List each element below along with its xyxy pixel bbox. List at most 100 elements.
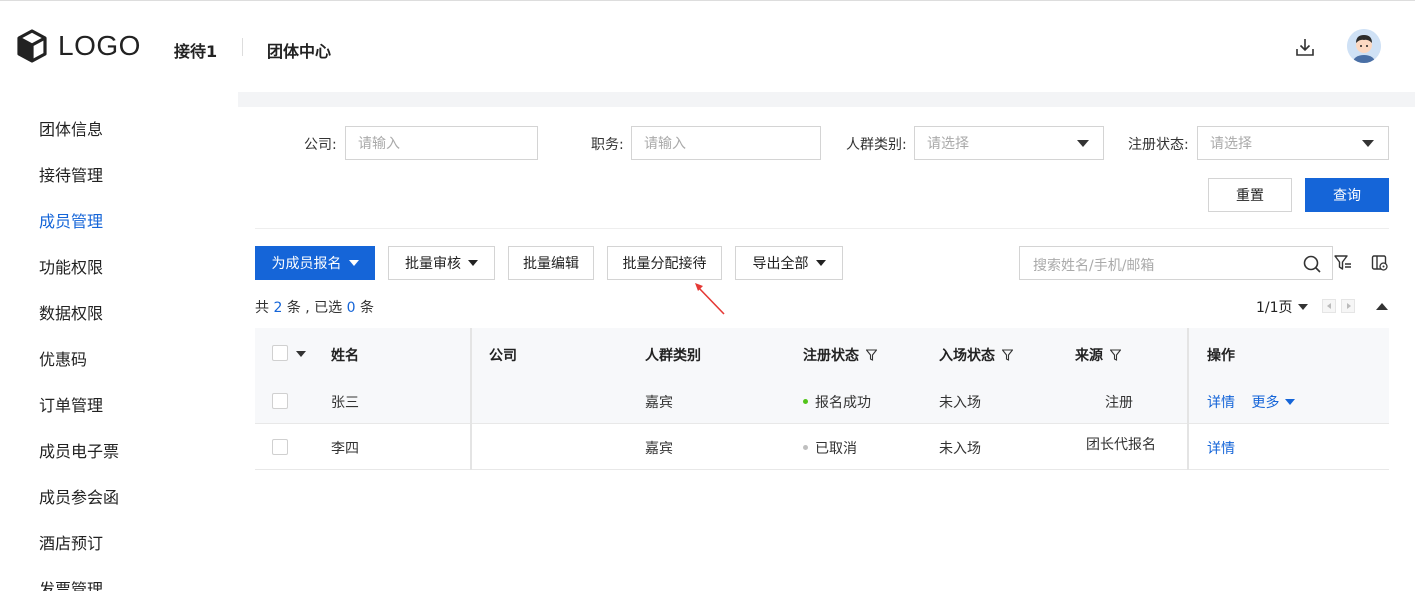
select-all-checkbox[interactable] [272, 345, 288, 361]
cell-source: 注册 [1105, 395, 1133, 411]
sidebar: 团体信息 接待管理 成员管理 功能权限 数据权限 优惠码 订单管理 成员电子票 … [0, 92, 238, 591]
table-row[interactable]: 张三 嘉宾 报名成功 未入场 注册 详情 更多 [255, 378, 1389, 424]
company-placeholder: 请输入 [358, 136, 400, 152]
cell-actions: 详情 [1207, 438, 1235, 458]
filter-icon[interactable] [1002, 349, 1013, 361]
next-page-button[interactable] [1341, 299, 1355, 313]
sidebar-item-e-tickets[interactable]: 成员电子票 [39, 438, 119, 462]
batch-assign-reception-button[interactable]: 批量分配接待 [607, 246, 722, 280]
reg-status-placeholder: 请选择 [1210, 136, 1252, 152]
prev-page-button[interactable] [1322, 299, 1336, 313]
cell-name: 李四 [331, 441, 359, 457]
summary-mid: 条 , 已选 [286, 300, 343, 316]
top-header: LOGO 接待1 团体中心 [0, 0, 1415, 92]
cell-source: 团长代报名 [1086, 437, 1156, 453]
query-button[interactable]: 查询 [1305, 178, 1389, 212]
col-reg-status-label: 注册状态 [803, 348, 859, 364]
col-reg-status[interactable]: 注册状态 [803, 345, 877, 365]
reg-status-text: 报名成功 [815, 395, 871, 411]
col-name: 姓名 [331, 348, 359, 364]
batch-edit-button[interactable]: 批量编辑 [508, 246, 594, 280]
header-divider [242, 38, 243, 56]
col-entry-status-label: 入场状态 [939, 348, 995, 364]
main-panel: 公司: 请输入 职务: 请输入 人群类别: 请选择 注册状态: 请选择 重置 查… [238, 107, 1415, 591]
row-checkbox[interactable] [272, 393, 288, 409]
nav-reception[interactable]: 接待1 [174, 38, 217, 62]
sidebar-item-coupon[interactable]: 优惠码 [39, 346, 87, 370]
cell-reg-status: 报名成功 [803, 392, 871, 412]
annotation-arrow-icon [695, 283, 725, 315]
batch-review-button[interactable]: 批量审核 [388, 246, 495, 280]
selected-count: 0 [346, 300, 356, 316]
register-member-label: 为成员报名 [271, 256, 342, 272]
status-dot [803, 399, 808, 404]
select-dropdown-icon[interactable] [296, 351, 306, 357]
sidebar-item-invoice[interactable]: 发票管理 [39, 576, 103, 591]
sidebar-item-orders[interactable]: 订单管理 [39, 392, 103, 416]
filter-icon[interactable] [866, 349, 877, 361]
cell-entry-status: 未入场 [939, 441, 981, 457]
sidebar-item-invitation[interactable]: 成员参会函 [39, 484, 119, 508]
cube-logo-icon [17, 29, 47, 63]
page-size-select[interactable]: 1/1页 [1256, 297, 1308, 317]
col-source[interactable]: 来源 [1075, 345, 1121, 365]
cell-name: 张三 [331, 395, 359, 411]
export-all-button[interactable]: 导出全部 [735, 246, 843, 280]
sidebar-item-group-info[interactable]: 团体信息 [39, 116, 103, 140]
col-group: 人群类别 [645, 348, 701, 364]
selection-summary: 共 2 条 , 已选 0 条 [255, 297, 374, 317]
filter-icon[interactable] [1110, 349, 1121, 361]
table-row[interactable]: 李四 嘉宾 已取消 未入场 团长代报名 详情 [255, 424, 1389, 470]
col-source-label: 来源 [1075, 348, 1103, 364]
sidebar-item-members[interactable]: 成员管理 [39, 208, 103, 232]
group-label: 人群类别: [846, 137, 907, 153]
cell-actions: 详情 更多 [1207, 392, 1296, 412]
cell-group: 嘉宾 [645, 395, 673, 411]
reset-label: 重置 [1236, 188, 1264, 204]
download-icon[interactable] [1294, 36, 1316, 58]
sidebar-item-hotel[interactable]: 酒店预订 [39, 530, 103, 554]
reset-button[interactable]: 重置 [1208, 178, 1292, 212]
sidebar-item-reception[interactable]: 接待管理 [39, 162, 103, 186]
column-settings-icon[interactable] [1371, 254, 1389, 272]
row-checkbox[interactable] [272, 439, 288, 455]
user-avatar[interactable] [1347, 29, 1381, 63]
search-input[interactable]: 搜索姓名/手机/邮箱 [1019, 246, 1333, 280]
sidebar-item-data-permission[interactable]: 数据权限 [39, 300, 103, 324]
search-icon[interactable] [1302, 254, 1322, 274]
status-dot [803, 445, 808, 450]
nav-group-center[interactable]: 团体中心 [267, 38, 331, 62]
group-select[interactable]: 请选择 [914, 126, 1104, 160]
search-placeholder: 搜索姓名/手机/邮箱 [1033, 258, 1155, 274]
company-label: 公司: [304, 137, 337, 153]
avatar-face-icon [1347, 29, 1381, 63]
filter-settings-icon[interactable] [1334, 254, 1352, 272]
position-input[interactable]: 请输入 [631, 126, 821, 160]
sidebar-item-function-permission[interactable]: 功能权限 [39, 254, 103, 278]
logo[interactable]: LOGO [16, 29, 141, 63]
reg-status-label: 注册状态: [1128, 137, 1189, 153]
register-member-button[interactable]: 为成员报名 [255, 246, 375, 280]
group-placeholder: 请选择 [927, 136, 969, 152]
column-divider [1187, 328, 1189, 470]
detail-link[interactable]: 详情 [1207, 441, 1235, 457]
table-header: 姓名 公司 人群类别 注册状态 入场状态 来源 操作 [255, 328, 1389, 378]
reg-status-text: 已取消 [815, 441, 857, 457]
summary-prefix: 共 [255, 300, 269, 316]
caret-down-icon [348, 260, 359, 266]
page-indicator: 1/1页 [1256, 300, 1293, 316]
more-actions-dropdown[interactable]: 更多 [1251, 395, 1296, 411]
caret-down-icon [468, 260, 478, 266]
reg-status-select[interactable]: 请选择 [1197, 126, 1389, 160]
col-actions: 操作 [1207, 348, 1235, 364]
detail-link[interactable]: 详情 [1207, 395, 1235, 411]
total-count: 2 [273, 300, 283, 316]
batch-review-label: 批量审核 [405, 256, 461, 272]
company-input[interactable]: 请输入 [345, 126, 538, 160]
position-placeholder: 请输入 [644, 136, 686, 152]
more-label: 更多 [1251, 395, 1280, 411]
section-divider [255, 228, 1389, 229]
collapse-up-icon[interactable] [1376, 303, 1388, 310]
batch-edit-label: 批量编辑 [523, 256, 579, 272]
col-entry-status[interactable]: 入场状态 [939, 345, 1013, 365]
